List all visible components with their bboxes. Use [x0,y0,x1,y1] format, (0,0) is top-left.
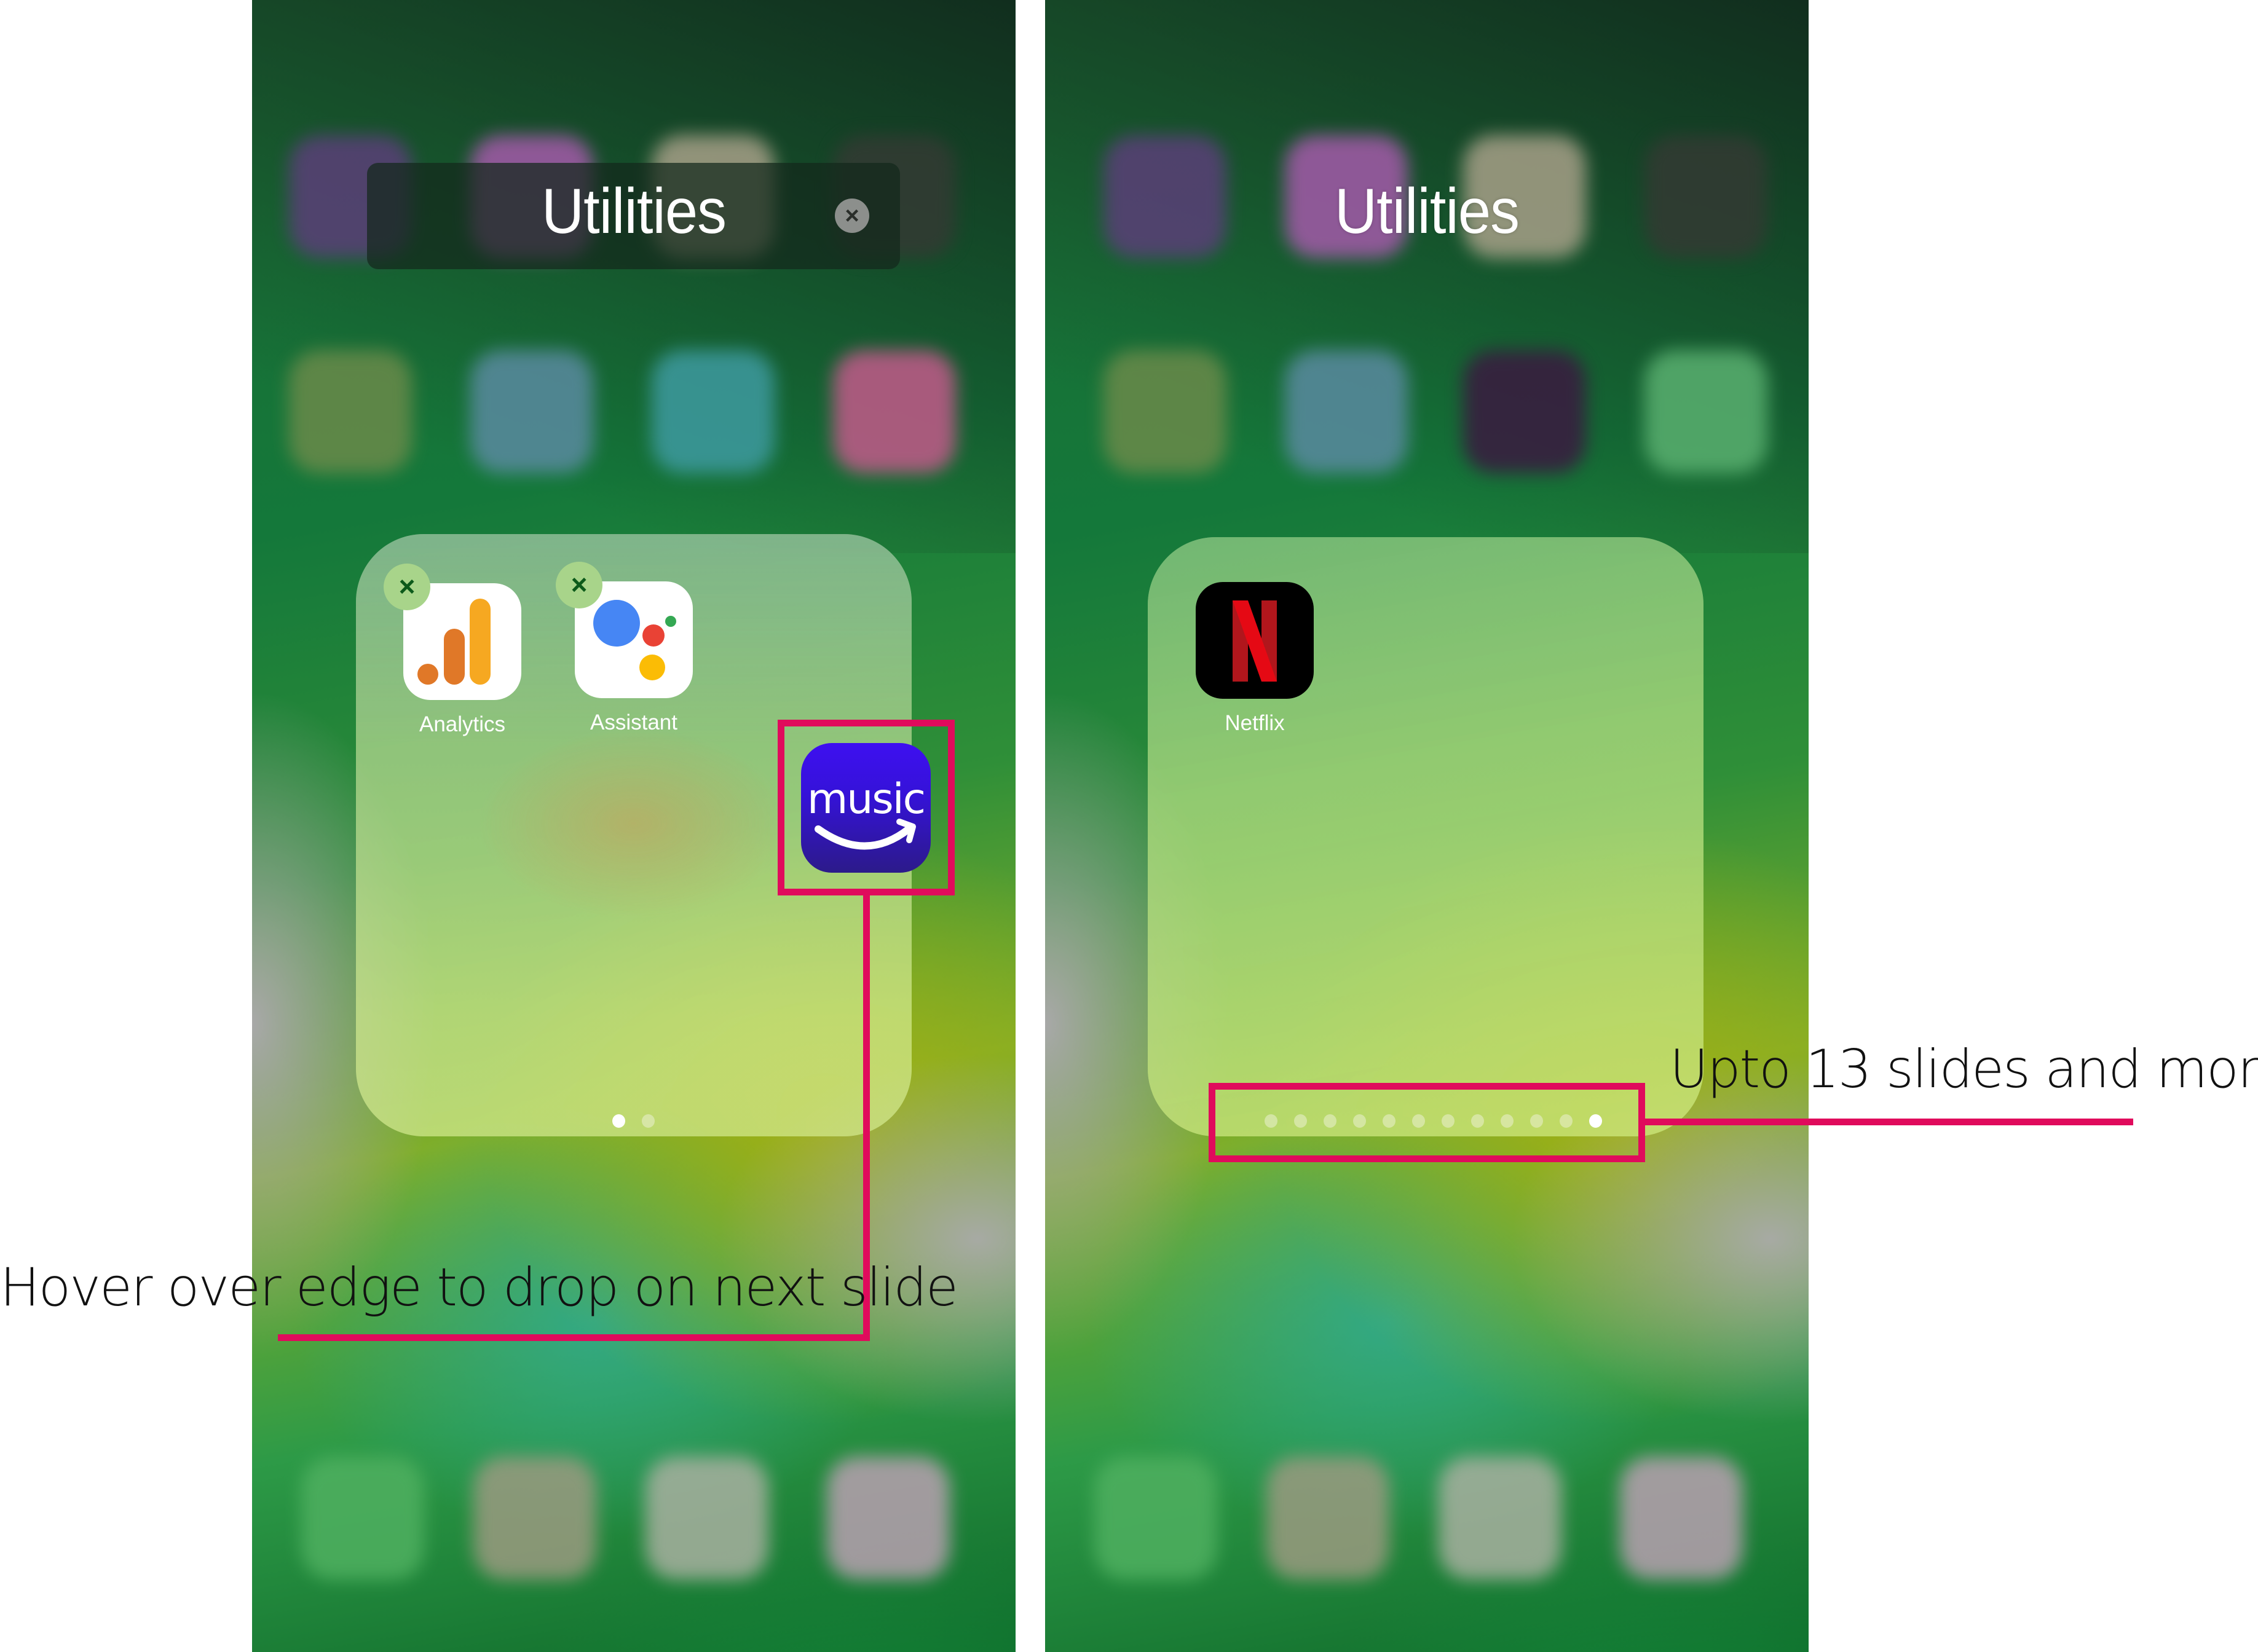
page-dot-active[interactable] [612,1114,625,1128]
page-indicator[interactable] [612,1114,655,1128]
blurred-app-icon [1644,350,1767,473]
clear-title-icon[interactable]: × [835,199,869,233]
folder-title[interactable]: Utilities [1076,175,1778,248]
page-dot[interactable] [642,1114,655,1128]
netflix-icon [1196,582,1314,699]
blurred-app-icon [1463,350,1586,473]
dock-chrome-icon [1266,1457,1389,1579]
callout-line [1645,1119,2133,1125]
highlight-box-page-dots [1209,1083,1645,1162]
highlight-box-dragged-app [778,720,955,895]
app-label: Netflix [1225,711,1285,735]
app-label: Analytics [419,712,506,736]
annotation-slides-count: Upto 13 slides and more... [1670,1039,2258,1100]
dock-photos-icon [1620,1457,1743,1579]
dock-photos-icon [827,1457,950,1579]
blurred-app-icon [289,350,412,473]
dock-phone-icon [1094,1457,1217,1579]
folder-title[interactable]: Utilities [283,175,985,248]
app-netflix[interactable]: Netflix [1196,582,1314,736]
dock-camera-icon [1439,1457,1561,1579]
app-assistant[interactable]: Assistant [575,581,693,735]
app-analytics[interactable]: Analytics [403,583,521,737]
blurred-app-icon [833,350,956,473]
blurred-app-icon [1103,350,1226,473]
app-label: Assistant [590,710,677,734]
dock-camera-icon [645,1457,768,1579]
dock-phone-icon [301,1457,424,1579]
delete-app-icon[interactable]: × [556,562,602,608]
blurred-app-icon [1285,350,1408,473]
delete-app-icon[interactable]: × [384,564,430,610]
right-phone-screen: Utilities Netflix [1045,0,1809,1652]
blurred-app-icon [652,350,775,473]
dock-chrome-icon [473,1457,596,1579]
callout-line [278,1334,870,1341]
blurred-app-icon [470,350,593,473]
annotation-hover-edge: Hover over edge to drop on next slide [0,1257,958,1318]
